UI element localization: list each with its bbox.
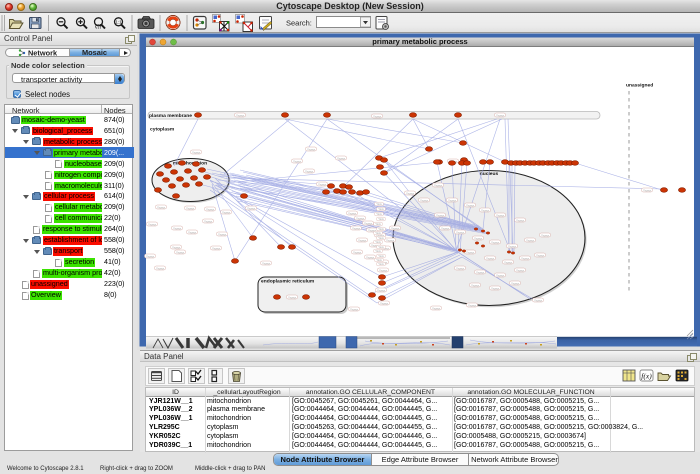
svg-text:Yxxxx: Yxxxx — [188, 230, 197, 234]
svg-text:Yxxx: Yxxx — [378, 254, 384, 258]
svg-text:Yxxxx: Yxxxx — [476, 270, 485, 274]
svg-text:Yxxx: Yxxx — [376, 258, 382, 262]
svg-text:Yxxxx: Yxxxx — [173, 226, 182, 230]
svg-text:Yxxxx: Yxxxx — [377, 288, 386, 292]
svg-text:Yxxxx: Yxxxx — [146, 254, 155, 258]
svg-text:Yxxxx: Yxxxx — [262, 261, 271, 265]
svg-text:Yxxxx: Yxxxx — [358, 238, 367, 242]
svg-text:Yxxxx: Yxxxx — [526, 238, 535, 242]
svg-text:endoplasmic reticulum: endoplasmic reticulum — [261, 279, 315, 285]
svg-text:Yxxxx: Yxxxx — [420, 198, 429, 202]
svg-text:plasma membrane: plasma membrane — [149, 113, 192, 119]
svg-text:Yxxxx: Yxxxx — [468, 303, 477, 307]
svg-text:Yxxxx: Yxxxx — [441, 226, 450, 230]
svg-text:Yxxxx: Yxxxx — [318, 182, 327, 186]
svg-text:1:1: 1:1 — [115, 20, 122, 25]
svg-text:Yxxxx: Yxxxx — [511, 281, 520, 285]
svg-text:Yxxxx: Yxxxx — [366, 255, 375, 259]
svg-text:Yxxxx: Yxxxx — [504, 260, 513, 264]
svg-text:Yxxxx: Yxxxx — [364, 221, 373, 225]
svg-text:Yxxxx: Yxxxx — [379, 268, 388, 272]
svg-text:Yxxxx: Yxxxx — [491, 240, 500, 244]
svg-text:Yxxxx: Yxxxx — [496, 113, 505, 117]
svg-text:Yxxxx: Yxxxx — [456, 266, 465, 270]
svg-text:Yxxxx: Yxxxx — [236, 113, 245, 117]
svg-text:Yxxxx: Yxxxx — [486, 256, 495, 260]
svg-text:Yxxxx: Yxxxx — [192, 150, 201, 154]
svg-text:Yxxxx: Yxxxx — [212, 246, 221, 250]
svg-text:Yxxxx: Yxxxx — [471, 283, 480, 287]
svg-text:f(x): f(x) — [641, 372, 652, 381]
svg-text:Yxxxx: Yxxxx — [157, 205, 166, 209]
svg-text:Yxxxx: Yxxxx — [222, 210, 231, 214]
svg-text:Yxxxx: Yxxxx — [337, 156, 346, 160]
svg-text:Yxxxx: Yxxxx — [508, 244, 517, 248]
svg-text:Yxxx: Yxxx — [378, 236, 384, 240]
svg-text:Yxxxx: Yxxxx — [293, 159, 302, 163]
svg-text:Yxxxx: Yxxxx — [218, 232, 227, 236]
svg-text:Yxxxx: Yxxxx — [491, 286, 500, 290]
svg-text:Yxxx: Yxxx — [378, 207, 384, 211]
svg-text:Yxxxx: Yxxxx — [466, 203, 475, 207]
svg-text:Yxxxx: Yxxxx — [496, 273, 505, 277]
svg-text:Yxxxx: Yxxxx — [448, 198, 457, 202]
svg-text:Yxxxx: Yxxxx — [186, 206, 195, 210]
svg-text:Yxxxx: Yxxxx — [406, 191, 415, 195]
svg-text:Yxxxx: Yxxxx — [206, 207, 215, 211]
svg-text:Yxxxx: Yxxxx — [307, 147, 316, 151]
svg-text:Yxxx: Yxxx — [375, 222, 381, 226]
svg-text:Search:: Search: — [286, 19, 312, 28]
svg-text:Yxxxx: Yxxxx — [481, 208, 490, 212]
svg-text:Yxxxx: Yxxxx — [496, 213, 505, 217]
svg-text:Yxxx: Yxxx — [376, 202, 382, 206]
svg-text:Yxxxx: Yxxxx — [356, 216, 365, 220]
svg-text:Yxxx: Yxxx — [378, 245, 384, 249]
svg-text:Yxxxx: Yxxxx — [373, 114, 382, 118]
svg-text:Yxxxx: Yxxxx — [352, 226, 361, 230]
svg-text:cytoplasm: cytoplasm — [150, 127, 175, 133]
svg-text:Yxxxx: Yxxxx — [386, 238, 395, 242]
svg-text:Yxxxx: Yxxxx — [204, 219, 213, 223]
svg-text:mitochondrion: mitochondrion — [173, 161, 207, 167]
svg-text:Yxxx: Yxxx — [378, 262, 384, 266]
svg-text:Yxxxx: Yxxxx — [474, 236, 483, 240]
svg-text:Yxxxx: Yxxxx — [391, 226, 400, 230]
svg-text:Yxxxx: Yxxxx — [456, 230, 465, 234]
svg-text:Yxxxx: Yxxxx — [305, 169, 314, 173]
svg-text:Yxxxx: Yxxxx — [172, 245, 181, 249]
svg-text:Yxxxx: Yxxxx — [348, 211, 357, 215]
svg-text:Yxxx: Yxxx — [375, 240, 381, 244]
svg-text:Yxxxx: Yxxxx — [436, 213, 445, 217]
svg-text:Yxxx: Yxxx — [375, 231, 381, 235]
svg-text:primary metabolic process: primary metabolic process — [372, 37, 467, 46]
svg-text:Yxxxx: Yxxxx — [247, 206, 256, 210]
svg-text:Yxxx: Yxxx — [376, 212, 382, 216]
svg-text:Yxxxx: Yxxxx — [466, 250, 475, 254]
svg-text:Yxxxx: Yxxxx — [521, 256, 530, 260]
svg-text:Yxxxx: Yxxxx — [350, 307, 359, 311]
svg-text:Yxxxx: Yxxxx — [432, 306, 441, 310]
svg-text:Yxxxx: Yxxxx — [148, 222, 157, 226]
svg-text:Yxxxx: Yxxxx — [156, 266, 165, 270]
svg-text:Yxxx: Yxxx — [375, 249, 381, 253]
svg-text:Yxxxx: Yxxxx — [176, 250, 185, 254]
svg-text:Yxxxx: Yxxxx — [516, 268, 525, 272]
svg-text:Yxxxx: Yxxxx — [534, 298, 543, 302]
svg-text:Yxxxx: Yxxxx — [516, 218, 525, 222]
svg-text:Yxxxx: Yxxxx — [380, 301, 389, 305]
svg-text:Yxxxx: Yxxxx — [353, 250, 362, 254]
svg-text:unassigned: unassigned — [626, 83, 653, 89]
svg-text:Yxxxx: Yxxxx — [288, 295, 297, 299]
svg-text:Yxxx: Yxxx — [378, 227, 384, 231]
svg-text:Yxxxx: Yxxxx — [536, 253, 545, 257]
svg-text:Yxxx: Yxxx — [378, 217, 384, 221]
svg-text:Yxxxx: Yxxxx — [541, 233, 550, 237]
svg-text:Yxxxx: Yxxxx — [643, 188, 652, 192]
svg-text:Yxxxx: Yxxxx — [434, 183, 443, 187]
